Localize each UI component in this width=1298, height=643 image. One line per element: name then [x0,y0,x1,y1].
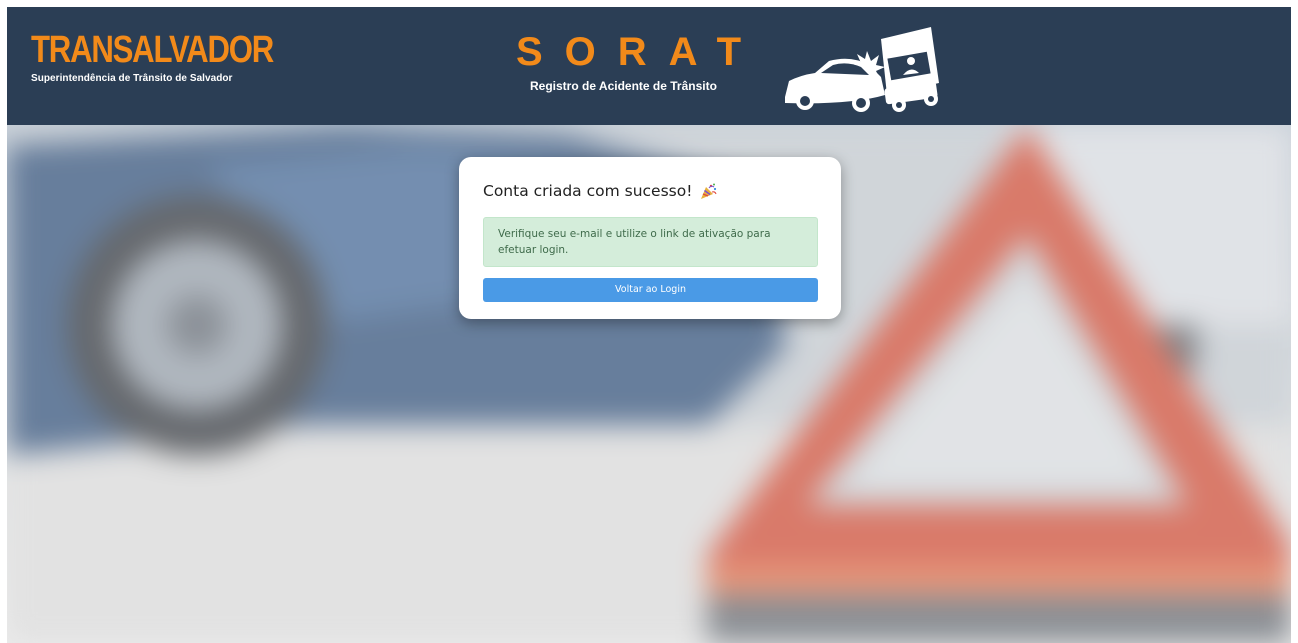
party-popper-icon [701,183,717,199]
back-to-login-button[interactable]: Voltar ao Login [483,278,818,302]
page-frame: TRANSALVADOR Superintendência de Trânsit… [7,7,1291,643]
transalvador-logo: TRANSALVADOR Superintendência de Trânsit… [31,31,326,84]
car-crash-icon [785,27,939,112]
sorat-logo: SORAT Registro de Acidente de Trânsito [516,30,764,93]
site-header: TRANSALVADOR Superintendência de Trânsit… [7,7,1291,125]
success-card: Conta criada com sucesso! Verifique seu … [459,157,841,319]
alert-message: Verifique seu e-mail e utilize o link de… [498,228,771,256]
brand-name: TRANSALVADOR [31,29,274,71]
app-title: SORAT [516,30,764,74]
app-subtitle: Registro de Acidente de Trânsito [530,79,717,93]
card-title: Conta criada com sucesso! [483,182,693,200]
brand-subtitle: Superintendência de Trânsito de Salvador [31,73,233,84]
success-alert: Verifique seu e-mail e utilize o link de… [483,217,818,267]
card-header: Conta criada com sucesso! [483,179,818,203]
